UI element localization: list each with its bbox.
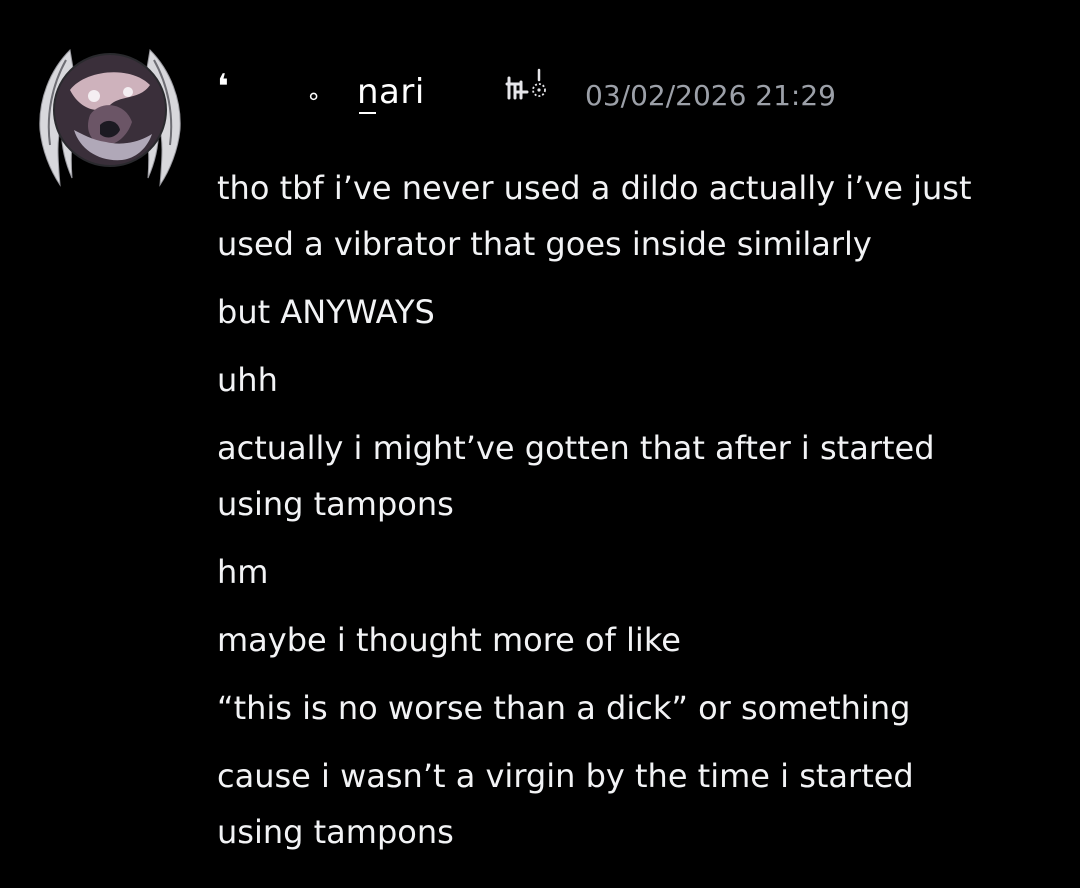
message-header: ❛ ∘ nari 03/02/2026 21:29 xyxy=(217,68,917,122)
winged-avatar-icon[interactable] xyxy=(30,30,190,190)
message-line: actually i might’ve gotten that after i … xyxy=(217,429,935,467)
username[interactable]: nari xyxy=(357,70,425,114)
message-line: uhh xyxy=(217,361,278,399)
message-line: “this is no worse than a dick” or someth… xyxy=(217,689,911,727)
username-underline xyxy=(359,112,376,114)
display-name-dot: ∘ xyxy=(306,82,322,110)
message-line: maybe i thought more of like xyxy=(217,621,681,659)
message-line: used a vibrator that goes inside similar… xyxy=(217,225,872,263)
message-timestamp: 03/02/2026 21:29 xyxy=(585,79,836,112)
message-line: but ANYWAYS xyxy=(217,293,435,331)
message-line: tho tbf i’ve never used a dildo actually… xyxy=(217,169,972,207)
message-line: using tampons xyxy=(217,813,454,851)
display-name-prefix: ❛ xyxy=(217,67,229,107)
message-line: cause i wasn’t a virgin by the time i st… xyxy=(217,757,914,795)
chat-message: ❛ ∘ nari 03/02/2026 21:29 tho tbf i’ve n… xyxy=(0,0,1080,888)
tag-badge-icon[interactable] xyxy=(505,68,555,108)
message-line: hm xyxy=(217,553,269,591)
message-content: tho tbf i’ve never used a dildo actually… xyxy=(217,160,1037,860)
message-line: using tampons xyxy=(217,485,454,523)
